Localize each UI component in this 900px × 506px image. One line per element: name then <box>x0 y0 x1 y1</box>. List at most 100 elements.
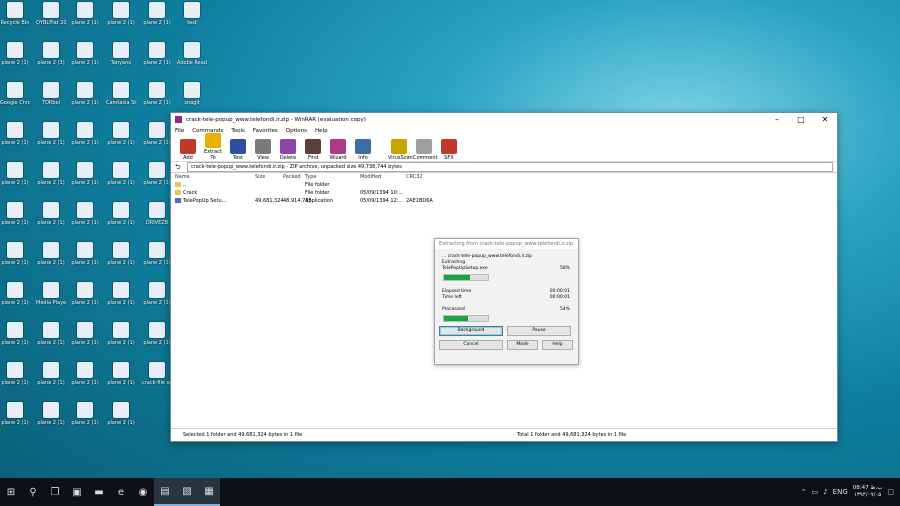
desktop-icon[interactable]: plane 2 (1) <box>70 202 100 236</box>
edge-icon[interactable]: e <box>110 478 132 506</box>
menu-tools[interactable]: Tools <box>231 128 245 134</box>
help-button[interactable]: Help <box>542 340 573 350</box>
toolbar-wizard-button[interactable]: Wizard <box>327 139 349 161</box>
start-icon[interactable]: ⊞ <box>0 478 22 506</box>
desktop-icon[interactable]: plane 2 (3) <box>36 42 66 76</box>
network-icon[interactable]: ▭ <box>812 488 819 496</box>
desktop-icon[interactable]: plane 2 (1) <box>106 122 136 156</box>
desktop-icon[interactable]: plane 2 (1) <box>36 402 66 436</box>
notification-icon[interactable]: ▢ <box>887 488 894 496</box>
archive-path[interactable]: crack-tele-popup_www.telefondi.ir.zip - … <box>187 162 833 172</box>
desktop-icon[interactable]: test <box>177 2 207 36</box>
toolbar-info-button[interactable]: Info <box>352 139 374 161</box>
file-row[interactable]: .. File folder <box>171 181 837 189</box>
close-button[interactable]: ✕ <box>813 113 837 126</box>
col-type[interactable]: Type <box>305 174 360 180</box>
maximize-button[interactable]: □ <box>789 113 813 126</box>
notepad-icon[interactable]: ▧ <box>176 478 198 506</box>
toolbar-sfx-button[interactable]: SFX <box>438 139 460 161</box>
desktop-icon[interactable]: plane 2 (1) <box>0 42 30 76</box>
toolbar-test-button[interactable]: Test <box>227 139 249 161</box>
volume-icon[interactable]: ♪ <box>823 488 827 496</box>
desktop-icon[interactable]: plane 2 (1) <box>142 282 172 316</box>
desktop-icon[interactable]: plane 2 (1) <box>70 162 100 196</box>
desktop-icon[interactable]: plane 2 (1) <box>36 162 66 196</box>
desktop-icon[interactable]: plane 2 (1) <box>0 242 30 276</box>
desktop-icon[interactable]: plane 2 (1) <box>142 322 172 356</box>
extract-progress-dialog[interactable]: Extracting from crack-tele-popup_www.tel… <box>434 238 579 365</box>
file-row[interactable]: Crack File folder 05/09/1394 10:... <box>171 189 837 197</box>
desktop-icon[interactable]: plane 2 (1) <box>36 202 66 236</box>
chrome-icon[interactable]: ◉ <box>132 478 154 506</box>
desktop-icon[interactable]: plane 2 (1) <box>106 362 136 396</box>
language-indicator[interactable]: ENG <box>833 488 848 496</box>
camtasia-icon[interactable]: ▤ <box>154 478 176 506</box>
desktop-icon[interactable]: plane 2 (1) <box>142 162 172 196</box>
file-explorer-icon[interactable]: ▬ <box>88 478 110 506</box>
desktop-icon[interactable]: Google Chrome <box>0 82 30 116</box>
desktop-icon[interactable]: plane 2 (1) <box>0 162 30 196</box>
desktop-icon[interactable]: plane 2 (1) <box>36 362 66 396</box>
col-name[interactable]: Name <box>171 174 255 180</box>
desktop-icon[interactable]: plane 2 (1) <box>106 282 136 316</box>
desktop-icon[interactable]: crack-file setup <box>142 362 172 396</box>
toolbar-add-button[interactable]: Add <box>177 139 199 161</box>
winrar-icon[interactable]: ▦ <box>198 478 220 506</box>
desktop-icon[interactable]: plane 2 (1) <box>142 122 172 156</box>
up-folder-icon[interactable]: ⮌ <box>175 163 183 171</box>
desktop-icon[interactable]: QYBLPlat 2017 <box>36 2 66 36</box>
desktop-icon[interactable]: plane 2 (1) <box>70 362 100 396</box>
desktop-icon[interactable]: Tanyano <box>106 42 136 76</box>
toolbar-comment-button[interactable]: Comment <box>413 139 438 161</box>
desktop-icon[interactable]: plane 2 (1) <box>70 2 100 36</box>
desktop-icon[interactable]: plane 2 (1) <box>106 2 136 36</box>
desktop-icon[interactable]: DRIVEZB <box>142 202 172 236</box>
desktop-icon[interactable]: plane 2 (1) <box>142 2 172 36</box>
desktop-icon[interactable]: plane 2 (1) <box>106 242 136 276</box>
desktop-icon[interactable]: plane 2 (1) <box>106 202 136 236</box>
pause-button[interactable]: Pause <box>507 326 571 336</box>
chevron-up-icon[interactable]: ⌃ <box>801 488 807 496</box>
desktop-icon[interactable]: plane 2 (1) <box>142 82 172 116</box>
toolbar-virusscan-button[interactable]: VirusScan <box>388 139 413 161</box>
desktop-icon[interactable]: plane 2 (1) <box>36 242 66 276</box>
desktop-icon[interactable]: plane 2 (1) <box>0 282 30 316</box>
desktop-icon[interactable]: plane 2 (1) <box>70 82 100 116</box>
desktop-icon[interactable]: plane 2 (1) <box>36 322 66 356</box>
desktop-icon[interactable]: plane 2 (1) <box>0 122 30 156</box>
desktop-icon[interactable]: plane 2 (1) <box>106 322 136 356</box>
toolbar-extract-to-button[interactable]: Extract To <box>202 133 224 161</box>
desktop-icon[interactable]: Recycle Bin <box>0 2 30 36</box>
desktop-icon[interactable]: plane 2 (1) <box>70 242 100 276</box>
minimize-button[interactable]: – <box>765 113 789 126</box>
cancel-button[interactable]: Cancel <box>439 340 503 350</box>
desktop-icon[interactable]: plane 2 (1) <box>106 402 136 436</box>
menu-help[interactable]: Help <box>315 128 328 134</box>
mode-button[interactable]: Mode <box>507 340 538 350</box>
toolbar-view-button[interactable]: View <box>252 139 274 161</box>
desktop-icon[interactable]: plane 2 (1) <box>36 122 66 156</box>
store-icon[interactable]: ▣ <box>66 478 88 506</box>
desktop-icon[interactable]: plane 2 (1) <box>106 162 136 196</box>
desktop-icon[interactable]: plane 2 (1) <box>70 42 100 76</box>
col-packed[interactable]: Packed <box>283 174 305 180</box>
col-size[interactable]: Size <box>255 174 283 180</box>
toolbar-delete-button[interactable]: Delete <box>277 139 299 161</box>
desktop-icon[interactable]: plane 2 (1) <box>0 322 30 356</box>
desktop-icon[interactable]: plane 2 (1) <box>0 202 30 236</box>
menu-options[interactable]: Options <box>286 128 307 134</box>
desktop-icon[interactable]: TORbel <box>36 82 66 116</box>
desktop-icon[interactable]: plane 2 (1) <box>70 322 100 356</box>
desktop-icon[interactable]: snagit <box>177 82 207 116</box>
desktop-icon[interactable]: Camtasia Studio 8 <box>106 82 136 116</box>
menu-file[interactable]: File <box>175 128 184 134</box>
desktop-icon[interactable]: plane 2 (1) <box>70 282 100 316</box>
title-bar[interactable]: crack-tele-popup_www.telefondi.ir.zip - … <box>171 113 837 126</box>
clock[interactable]: 08:47 ب.ظ ۱۳۹۴/۰۹/۰۵ <box>853 485 883 499</box>
toolbar-find-button[interactable]: Find <box>302 139 324 161</box>
desktop-icon[interactable]: Media Player <box>36 282 66 316</box>
desktop-icon[interactable]: plane 2 (1) <box>0 362 30 396</box>
background-button[interactable]: Background <box>439 326 503 336</box>
desktop-icon[interactable]: plane 2 (1) <box>0 402 30 436</box>
desktop-icon[interactable]: plane 2 (1) <box>70 402 100 436</box>
